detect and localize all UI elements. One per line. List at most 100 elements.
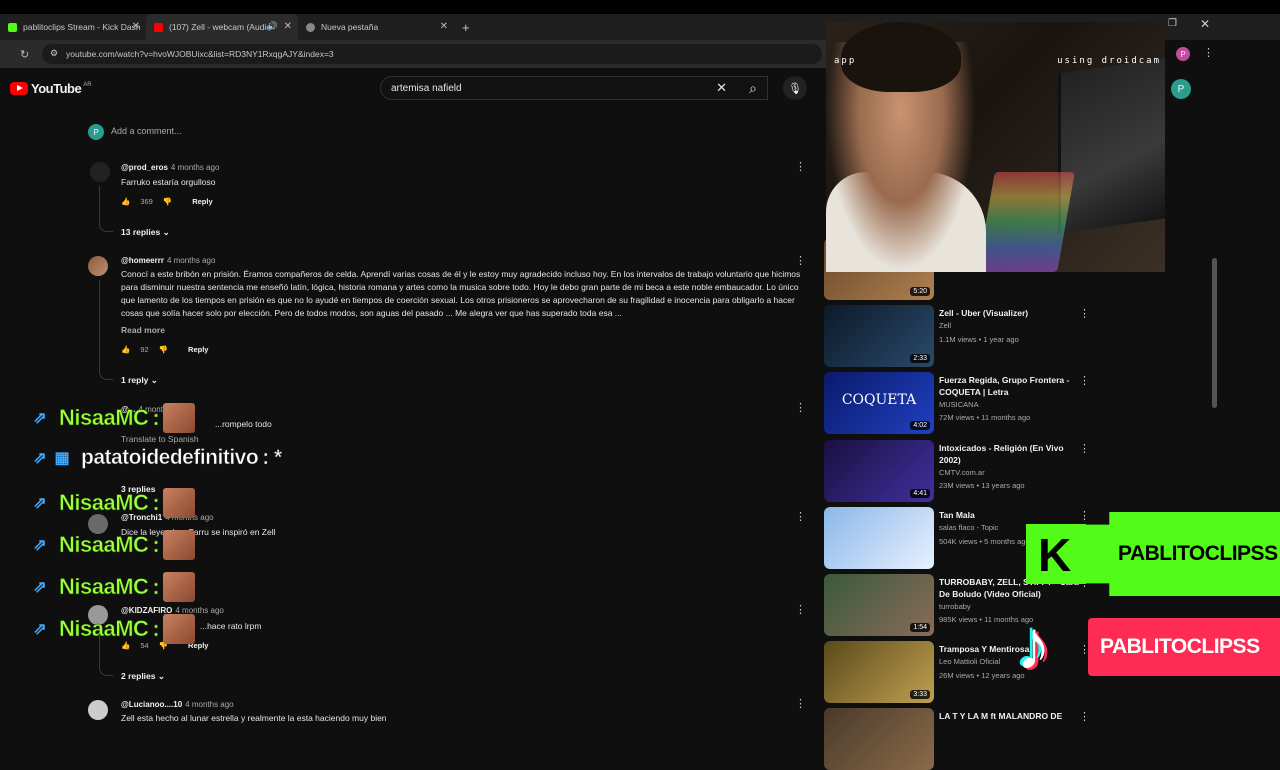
scrollbar[interactable] — [1212, 258, 1217, 408]
video-title[interactable]: Intoxicados - Religión (En Vivo 2002) — [939, 442, 1079, 466]
comment-menu-icon[interactable]: ⋮ — [795, 605, 806, 616]
dislike-icon[interactable]: 👎 — [159, 345, 168, 354]
chat-message: ⇗ NisaaMC: — [29, 572, 196, 602]
comment-author[interactable]: @prod_eros 4 months ago — [121, 163, 219, 172]
reload-icon[interactable]: ↻ — [20, 48, 29, 61]
search-input[interactable]: artemisa nafield ✕ — [380, 76, 768, 100]
browser-menu-icon[interactable]: ⋮ — [1203, 46, 1214, 59]
related-video-item[interactable]: 2:33 Zell - Uber (Visualizer) Zell 1.1M vie… — [824, 305, 1124, 367]
kick-favicon-icon — [8, 22, 17, 32]
comment-menu-icon[interactable]: ⋮ — [795, 699, 806, 710]
video-thumbnail[interactable] — [824, 507, 934, 569]
like-icon[interactable]: 👍 — [121, 197, 130, 206]
chat-message: ⇗ NisaaMC: — [29, 530, 196, 560]
tab-youtube-zell[interactable]: (107) Zell - webcam (Audio 🔊 ✕ — [146, 14, 298, 40]
chat-emote — [163, 572, 196, 602]
tiktok-branding: ♪ PABLITOCLIPSS — [1016, 600, 1280, 690]
related-video-item[interactable]: COQUETA 4:02 Fuerza Regida, Grupo Frontera… — [824, 372, 1124, 434]
video-thumbnail[interactable]: COQUETA 4:02 — [824, 372, 934, 434]
chevron-down-icon: ⌄ — [157, 671, 165, 681]
video-channel[interactable]: CMTV.com.ar — [939, 468, 985, 477]
video-title[interactable]: LA T Y LA M ft MALANDRO DE — [939, 710, 1079, 722]
youtube-profile-avatar[interactable]: P — [1171, 79, 1191, 99]
comment-menu-icon[interactable]: ⋮ — [795, 512, 806, 523]
video-thumbnail[interactable] — [824, 708, 934, 770]
video-meta: 23M views • 13 years ago — [939, 481, 1025, 490]
chat-emote — [163, 530, 196, 560]
video-title[interactable]: Zell - Uber (Visualizer) — [939, 307, 1079, 319]
video-thumbnail[interactable]: 4:41 — [824, 440, 934, 502]
video-thumbnail[interactable]: 3:33 — [824, 641, 934, 703]
youtube-logo[interactable]: YouTube AR — [10, 81, 92, 96]
comment-author[interactable]: @Lucianoo....10 4 months ago — [121, 700, 234, 709]
video-menu-icon[interactable]: ⋮ — [1079, 307, 1090, 320]
video-menu-icon[interactable]: ⋮ — [1079, 442, 1090, 455]
thumbnail-text: COQUETA — [841, 392, 917, 408]
translate-link[interactable]: Translate to Spanish — [121, 434, 199, 444]
audio-icon[interactable]: 🔊 — [267, 21, 278, 32]
video-thumbnail[interactable]: 2:33 — [824, 305, 934, 367]
view-replies-button[interactable]: 2 replies ⌄ — [121, 671, 165, 682]
close-tab-icon[interactable]: ✕ — [440, 21, 448, 32]
dislike-icon[interactable]: 👎 — [163, 197, 172, 206]
search-button[interactable]: ⌕ — [738, 76, 768, 100]
tab-label: (107) Zell - webcam (Audio — [169, 22, 272, 32]
url-field[interactable]: ⚙ youtube.com/watch?v=hvoWJOBUixc&list=R… — [42, 44, 822, 64]
tab-new-tab[interactable]: Nueva pestaña ✕ — [298, 14, 454, 40]
close-tab-icon[interactable]: ✕ — [284, 21, 292, 32]
webcam-overlay: app using droidcam — [826, 22, 1165, 272]
kick-logo-icon — [1026, 524, 1086, 584]
comment-menu-icon[interactable]: ⋮ — [795, 162, 806, 173]
tab-kick-dashboard[interactable]: pablitoclips Stream - Kick Dash ✕ — [0, 14, 146, 40]
youtube-play-icon — [10, 82, 28, 95]
video-channel[interactable]: turrobaby — [939, 602, 971, 611]
video-meta: 1.1M views • 1 year ago — [939, 335, 1019, 344]
voice-search-button[interactable]: 🎙 — [783, 76, 807, 100]
related-video-item[interactable]: 4:41 Intoxicados - Religión (En Vivo 2002… — [824, 440, 1124, 502]
chat-message: ⇗ ▦ patatoidedefinitivo: * — [29, 446, 282, 470]
comment-text: ...rompelo todo — [215, 419, 272, 429]
avatar — [88, 700, 108, 720]
view-replies-button[interactable]: 13 replies ⌄ — [121, 227, 170, 238]
video-duration: 1:54 — [910, 623, 930, 632]
close-window-icon[interactable]: ✕ — [1200, 17, 1210, 31]
related-video-item[interactable]: LA T Y LA M ft MALANDRO DE ⋮ — [824, 708, 1124, 770]
restore-window-icon[interactable]: ❐ — [1168, 18, 1177, 29]
site-info-icon[interactable]: ⚙ — [50, 48, 58, 59]
video-menu-icon[interactable]: ⋮ — [1079, 374, 1090, 387]
video-menu-icon[interactable]: ⋮ — [1079, 710, 1090, 723]
video-meta: 72M views • 11 months ago — [939, 413, 1031, 422]
like-icon[interactable]: 👍 — [121, 345, 130, 354]
video-title[interactable]: Fuerza Regida, Grupo Frontera - COQUETA … — [939, 374, 1079, 398]
read-more-link[interactable]: Read more — [121, 325, 165, 335]
view-replies-button[interactable]: 1 reply ⌄ — [121, 375, 158, 386]
chat-message: ⇗ NisaaMC: — [29, 488, 196, 518]
video-channel[interactable]: salas flaco - Topic — [939, 523, 998, 532]
comment-menu-icon[interactable]: ⋮ — [795, 403, 806, 414]
add-comment-input[interactable]: Add a comment... — [111, 126, 182, 136]
chat-username: NisaaMC — [59, 405, 150, 431]
chevron-down-icon: ⌄ — [162, 227, 170, 237]
video-duration: 3:33 — [910, 690, 930, 699]
reply-button[interactable]: Reply — [192, 197, 212, 206]
webcam-right-label: using droidcam — [1057, 56, 1161, 66]
thread-line — [99, 280, 113, 380]
video-channel[interactable]: Leo Mattioli Oficial — [939, 657, 1000, 666]
new-tab-plus-icon[interactable]: + — [454, 14, 478, 40]
clear-search-icon[interactable]: ✕ — [716, 80, 727, 96]
video-channel[interactable]: MUSICANA — [939, 400, 979, 409]
comment-author[interactable]: @homeerrr 4 months ago — [121, 256, 215, 265]
browser-profile-avatar[interactable]: P — [1176, 47, 1190, 61]
comment-menu-icon[interactable]: ⋮ — [795, 256, 806, 267]
chat-message-text: : * — [262, 446, 283, 470]
comment-text: Zell esta hecho al lunar estrella y real… — [121, 713, 387, 723]
video-channel[interactable]: Zell — [939, 321, 951, 330]
video-thumbnail[interactable]: 1:54 — [824, 574, 934, 636]
chat-badge-icon: ⇗ — [33, 410, 47, 427]
reply-button[interactable]: Reply — [188, 345, 208, 354]
chevron-down-icon: ⌄ — [150, 375, 158, 385]
chat-badge-icon: ⇗ — [33, 579, 47, 596]
tiktok-channel-name: PABLITOCLIPSS — [1088, 618, 1280, 676]
video-duration: 4:41 — [910, 489, 930, 498]
close-tab-icon[interactable]: ✕ — [132, 21, 140, 32]
